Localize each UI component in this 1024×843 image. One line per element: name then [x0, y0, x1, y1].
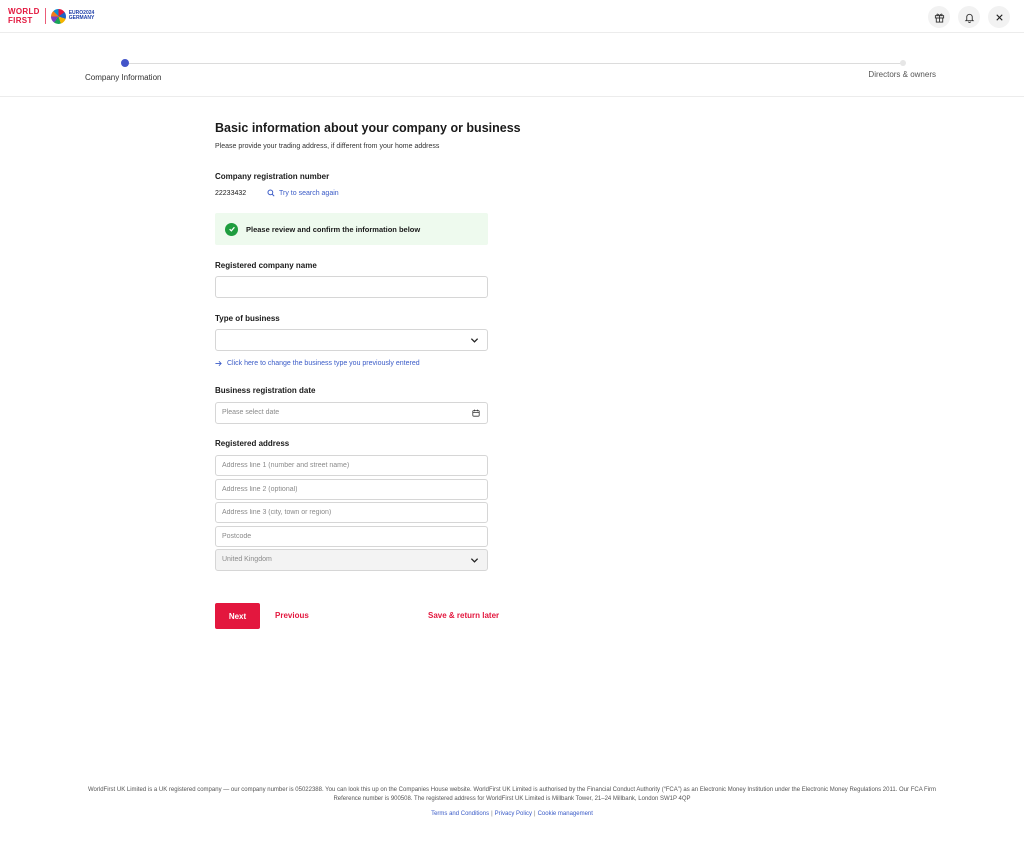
logo-line-1: WORLD [8, 7, 40, 16]
country-value: United Kingdom [222, 556, 272, 563]
reg-date-picker[interactable]: Please select date [215, 402, 488, 424]
postcode-input[interactable] [215, 526, 488, 547]
reg-date-placeholder: Please select date [222, 409, 280, 416]
cookie-link[interactable]: Cookie management [538, 811, 593, 817]
bell-icon [964, 13, 974, 23]
business-type-select[interactable] [215, 329, 488, 351]
footer-legal-text: WorldFirst UK Limited is a UK registered… [87, 787, 937, 802]
notifications-button[interactable] [958, 6, 980, 28]
calendar-icon [472, 409, 480, 417]
footer-links: Terms and Conditions | Privacy Policy | Cook… [431, 811, 593, 817]
gift-button[interactable] [928, 6, 950, 28]
country-select[interactable]: United Kingdom [215, 549, 488, 571]
euro-ball-icon [50, 8, 66, 24]
close-button[interactable] [988, 6, 1010, 28]
step-directors-owners[interactable]: Directors & owners [868, 70, 936, 79]
company-name-label: Registered company name [215, 261, 317, 270]
business-type-label: Type of business [215, 314, 280, 323]
page-footer: WorldFirst UK Limited is a UK registered… [0, 786, 1024, 817]
step-dot-inactive [900, 60, 906, 66]
close-icon [995, 13, 1003, 21]
chevron-down-icon [470, 338, 479, 343]
address-line2-input[interactable] [215, 479, 488, 500]
check-circle-icon [225, 222, 238, 236]
save-return-later-button[interactable]: Save & return later [428, 611, 499, 620]
reg-date-label: Business registration date [215, 386, 316, 395]
step-dot-active [121, 59, 129, 67]
search-again-link[interactable]: Try to search again [267, 189, 339, 197]
arrow-right-icon [215, 361, 222, 366]
change-business-type-label: Click here to change the business type y… [227, 360, 420, 367]
step-company-information[interactable]: Company Information [85, 73, 161, 82]
worldfirst-logo[interactable]: WORLD FIRST EURO2024 GERMANY [8, 7, 94, 25]
top-header: WORLD FIRST EURO2024 GERMANY [0, 0, 1024, 33]
search-icon [267, 189, 275, 197]
previous-button[interactable]: Previous [275, 611, 309, 620]
page-subtitle: Please provide your trading address, if … [215, 143, 440, 150]
address-label: Registered address [215, 439, 290, 448]
partner-line-2: GERMANY [68, 15, 95, 21]
logo-line-2: FIRST [8, 16, 33, 25]
terms-link[interactable]: Terms and Conditions [431, 811, 489, 817]
page-title: Basic information about your company or … [215, 121, 521, 135]
address-line3-input[interactable] [215, 502, 488, 523]
reg-number-label: Company registration number [215, 172, 330, 181]
reg-number-value: 22233432 [215, 190, 247, 197]
change-business-type-link[interactable]: Click here to change the business type y… [215, 360, 420, 367]
logo-divider [44, 8, 46, 24]
chevron-down-icon [470, 558, 479, 563]
progress-stepper: Company Information Directors & owners [0, 33, 1024, 97]
gift-icon [934, 13, 944, 23]
review-notice: Please review and confirm the informatio… [215, 213, 488, 245]
stepper-track [125, 63, 905, 64]
next-button[interactable]: Next [215, 603, 260, 629]
company-name-input[interactable] [215, 276, 488, 298]
privacy-link[interactable]: Privacy Policy [495, 811, 532, 817]
search-again-label: Try to search again [279, 189, 339, 197]
address-line1-input[interactable] [215, 455, 488, 476]
notice-text: Please review and confirm the informatio… [246, 224, 421, 234]
